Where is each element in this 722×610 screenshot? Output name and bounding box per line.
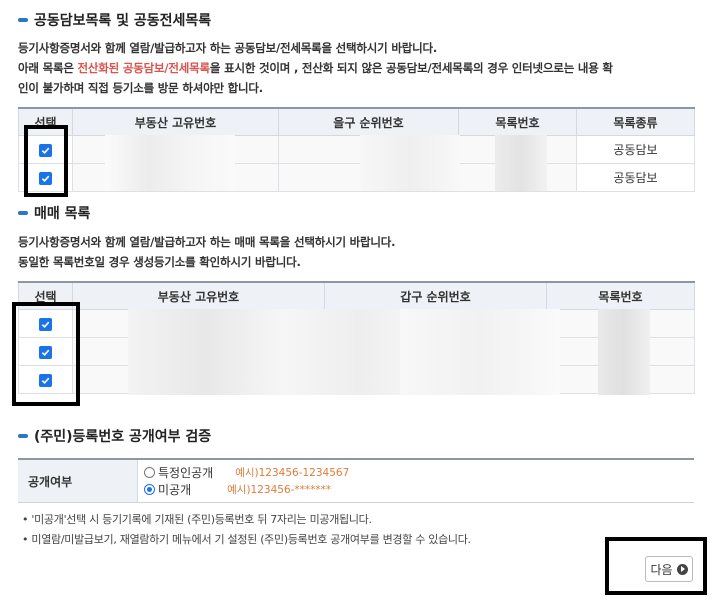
bullet-icon	[18, 434, 28, 438]
note-item: • '미공개'선택 시 등기기록에 기재된 (주민)등록번호 뒤 7자리는 미공…	[22, 513, 372, 526]
section-desc-2: 동일한 목록번호일 경우 생성등기소를 확인하시기 바랍니다.	[18, 255, 301, 269]
blurred-content	[598, 309, 650, 395]
blurred-content	[400, 309, 560, 395]
blurred-content	[495, 135, 547, 191]
blurred-content	[128, 309, 438, 395]
section-desc-1: 등기사항증명서와 함께 열람/발급하고자 하는 공동담보/전세목록을 선택하시기…	[18, 41, 438, 55]
note-text: 미열람/미발급보기, 재열람하기 메뉴에서 기 설정된 (주민)등록번호 공개여…	[31, 533, 471, 546]
section-title-text: (주민)등록번호 공개여부 검증	[34, 429, 212, 445]
section-desc-1: 등기사항증명서와 함께 열람/발급하고자 하는 매매 목록을 선택하시기 바랍니…	[18, 235, 396, 249]
radio-label[interactable]: 미공개	[158, 481, 191, 498]
section-title-text: 공동담보목록 및 공동전세목록	[34, 13, 212, 29]
col-header: 목록번호	[546, 281, 695, 310]
col-header: 부동산 고유번호	[72, 281, 325, 310]
radio-label[interactable]: 특정인공개	[158, 464, 213, 481]
section-desc-2: 아래 목록은 전산화된 공동담보/전세목록을 표시한 것이며 , 전산화 되지 …	[18, 58, 613, 78]
col-header: 을구 순위번호	[278, 107, 459, 136]
radio-option-specific[interactable]: 특정인공개 예시)123456-1234567	[144, 464, 694, 481]
highlight-box	[24, 125, 68, 197]
desc-highlight: 전산화된 공동담보/전세목록	[77, 61, 211, 75]
col-header: 목록번호	[458, 107, 577, 136]
radio-button[interactable]	[144, 484, 155, 495]
blurred-content	[105, 135, 235, 191]
section-title-id-disclosure: (주민)등록번호 공개여부 검증	[18, 426, 211, 446]
highlight-box	[12, 302, 80, 406]
blurred-content	[360, 135, 460, 191]
disclosure-label: 공개여부	[18, 460, 138, 502]
section-title-text: 매매 목록	[34, 206, 91, 222]
example-text: 예시)123456-*******	[227, 484, 332, 496]
section-desc-3: 인이 불가하며 직접 등기소를 방문 하셔야만 합니다.	[18, 81, 263, 95]
section-title-joint-collateral: 공동담보목록 및 공동전세목록	[18, 10, 211, 30]
disclosure-table: 공개여부 특정인공개 예시)123456-1234567 미공개 예시)1234…	[18, 458, 694, 503]
table-header: 선택 부동산 고유번호 갑구 순위번호 목록번호	[18, 281, 695, 310]
disclosure-options: 특정인공개 예시)123456-1234567 미공개 예시)123456-**…	[138, 460, 694, 502]
note-text: '미공개'선택 시 등기기록에 기재된 (주민)등록번호 뒤 7자리는 미공개됩…	[31, 513, 372, 526]
section-title-sale-list: 매매 목록	[18, 203, 90, 223]
col-header: 갑구 순위번호	[324, 281, 547, 310]
list-kind-cell: 공동담보	[576, 163, 695, 192]
radio-option-private[interactable]: 미공개 예시)123456-*******	[144, 481, 694, 498]
highlight-box	[605, 537, 707, 595]
col-header: 목록종류	[576, 107, 695, 136]
bullet-icon	[18, 18, 28, 22]
radio-button[interactable]	[144, 467, 155, 478]
desc-text: 아래 목록은	[18, 61, 78, 75]
col-header: 부동산 고유번호	[72, 107, 279, 136]
list-kind-cell: 공동담보	[576, 135, 695, 164]
desc-text: 을 표시한 것이며 , 전산화 되지 않은 공동담보/전세목록의 경우 인터넷으…	[209, 61, 613, 75]
bullet-icon	[18, 211, 28, 215]
example-text: 예시)123456-1234567	[235, 467, 350, 479]
note-item: • 미열람/미발급보기, 재열람하기 메뉴에서 기 설정된 (주민)등록번호 공…	[22, 533, 471, 546]
table-header: 선택 부동산 고유번호 을구 순위번호 목록번호 목록종류	[18, 107, 695, 136]
